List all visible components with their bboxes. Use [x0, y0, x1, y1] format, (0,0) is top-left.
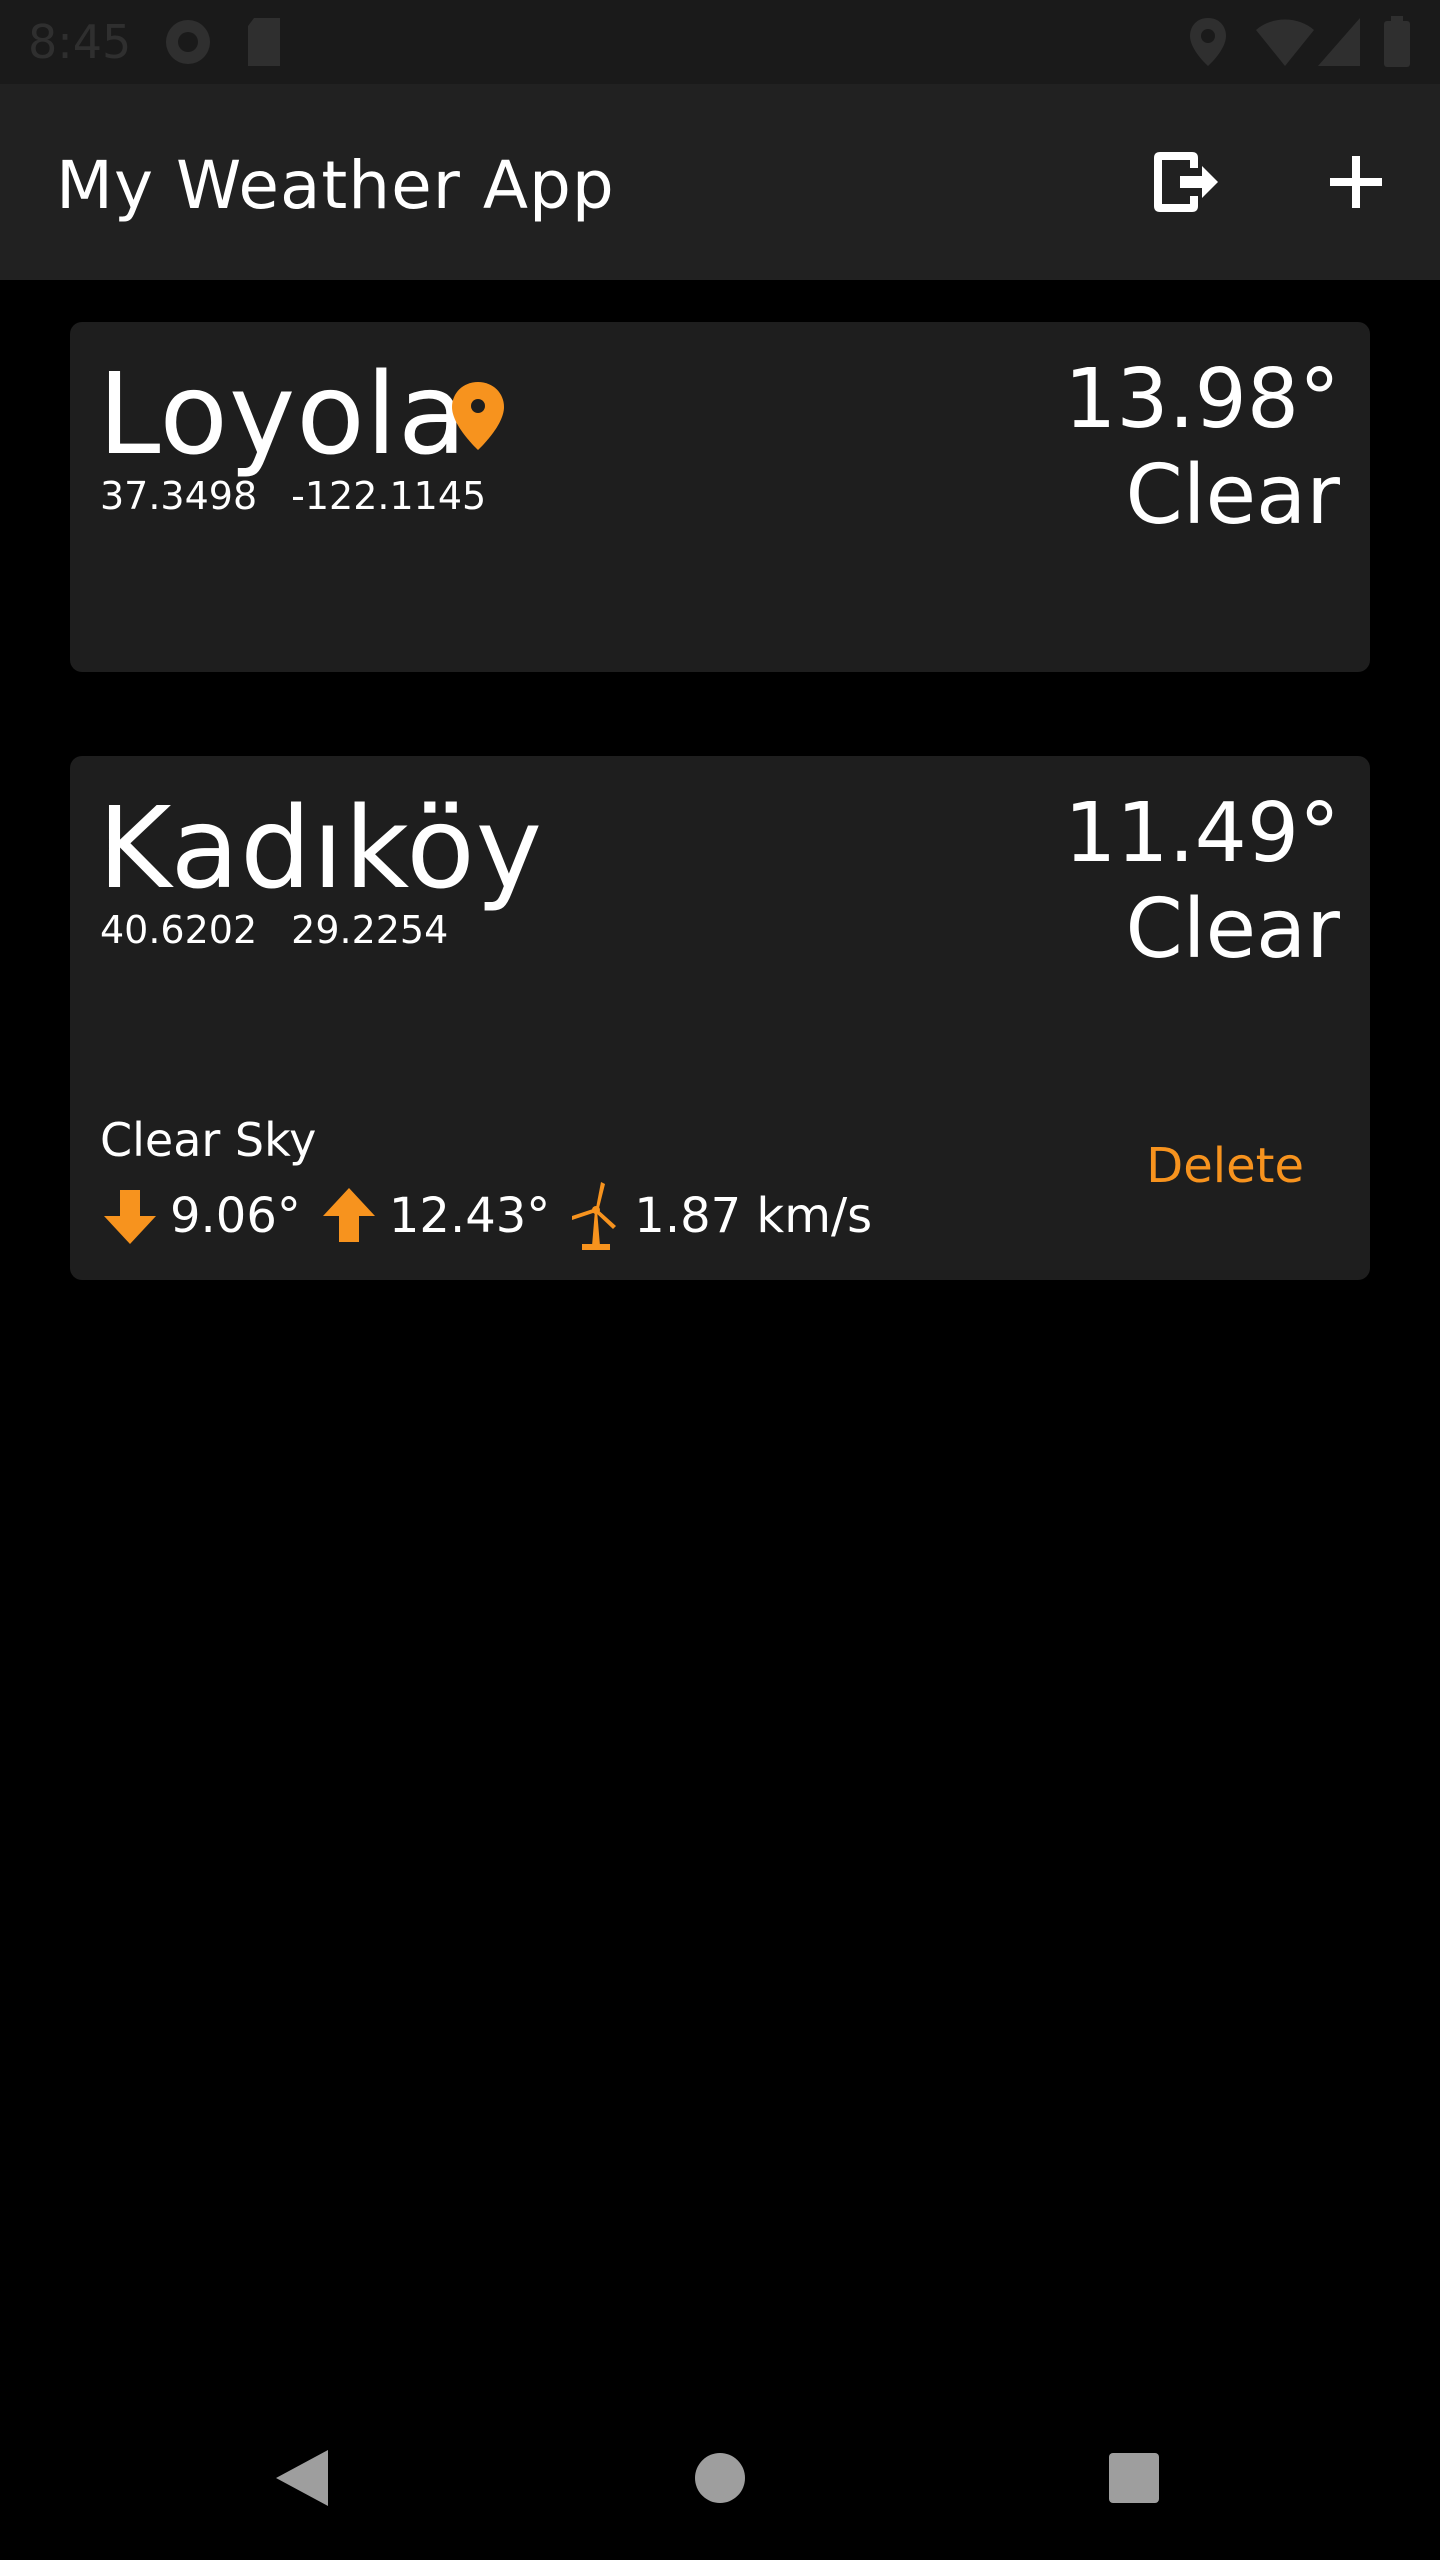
battery-icon [1382, 16, 1412, 72]
weather-description: Clear Sky [100, 1113, 317, 1167]
latitude: 40.6202 [100, 908, 258, 952]
home-icon [693, 2451, 747, 2509]
coordinates: 40.6202 29.2254 [100, 906, 448, 954]
add-icon [1328, 154, 1384, 214]
sd-card-icon [244, 16, 284, 72]
temperature: 11.49° [1064, 786, 1340, 881]
longitude: 29.2254 [291, 908, 449, 952]
data-saver-icon [162, 16, 214, 72]
weather-condition: Clear [1125, 448, 1340, 543]
wind-speed: 1.87 km/s [634, 1188, 873, 1244]
coordinates: 37.3498 -122.1145 [100, 472, 486, 520]
temp-min: 9.06° [170, 1188, 301, 1244]
location-card[interactable]: Loyola 37.3498 -122.1145 13.98° Clear [70, 322, 1370, 672]
recents-icon [1107, 2451, 1161, 2509]
status-bar: 8:45 [0, 0, 1440, 84]
temp-max: 12.43° [388, 1188, 551, 1244]
wind-turbine-icon [568, 1180, 624, 1252]
add-location-button[interactable] [1306, 134, 1406, 234]
arrow-up-icon [319, 1186, 379, 1246]
weather-condition: Clear [1125, 882, 1340, 977]
back-icon [272, 2446, 332, 2514]
app-title: My Weather App [56, 147, 615, 224]
home-button[interactable] [680, 2440, 760, 2520]
app-bar: My Weather App [0, 84, 1440, 280]
city-name: Loyola [98, 350, 468, 480]
recents-button[interactable] [1094, 2440, 1174, 2520]
delete-button[interactable]: Delete [1146, 1136, 1304, 1196]
longitude: -122.1145 [291, 474, 487, 518]
city-name: Kadıköy [98, 784, 543, 914]
back-button[interactable] [262, 2440, 342, 2520]
navigation-bar [0, 2400, 1440, 2560]
logout-icon [1150, 146, 1222, 222]
screen: 8:45 My Weather App Loyola 37.3498 -122.… [0, 0, 1440, 2560]
logout-button[interactable] [1136, 134, 1236, 234]
status-time: 8:45 [28, 15, 132, 69]
temperature: 13.98° [1064, 352, 1340, 447]
signal-icon [1316, 16, 1362, 72]
weather-metrics: 9.06° 12.43° 1.87 km/s [100, 1176, 890, 1256]
latitude: 37.3498 [100, 474, 258, 518]
location-icon [1188, 16, 1228, 72]
arrow-down-icon [100, 1186, 160, 1246]
wifi-icon [1254, 16, 1316, 72]
current-location-pin-icon [450, 380, 506, 456]
location-card[interactable]: Kadıköy 40.6202 29.2254 11.49° Clear Clea… [70, 756, 1370, 1280]
